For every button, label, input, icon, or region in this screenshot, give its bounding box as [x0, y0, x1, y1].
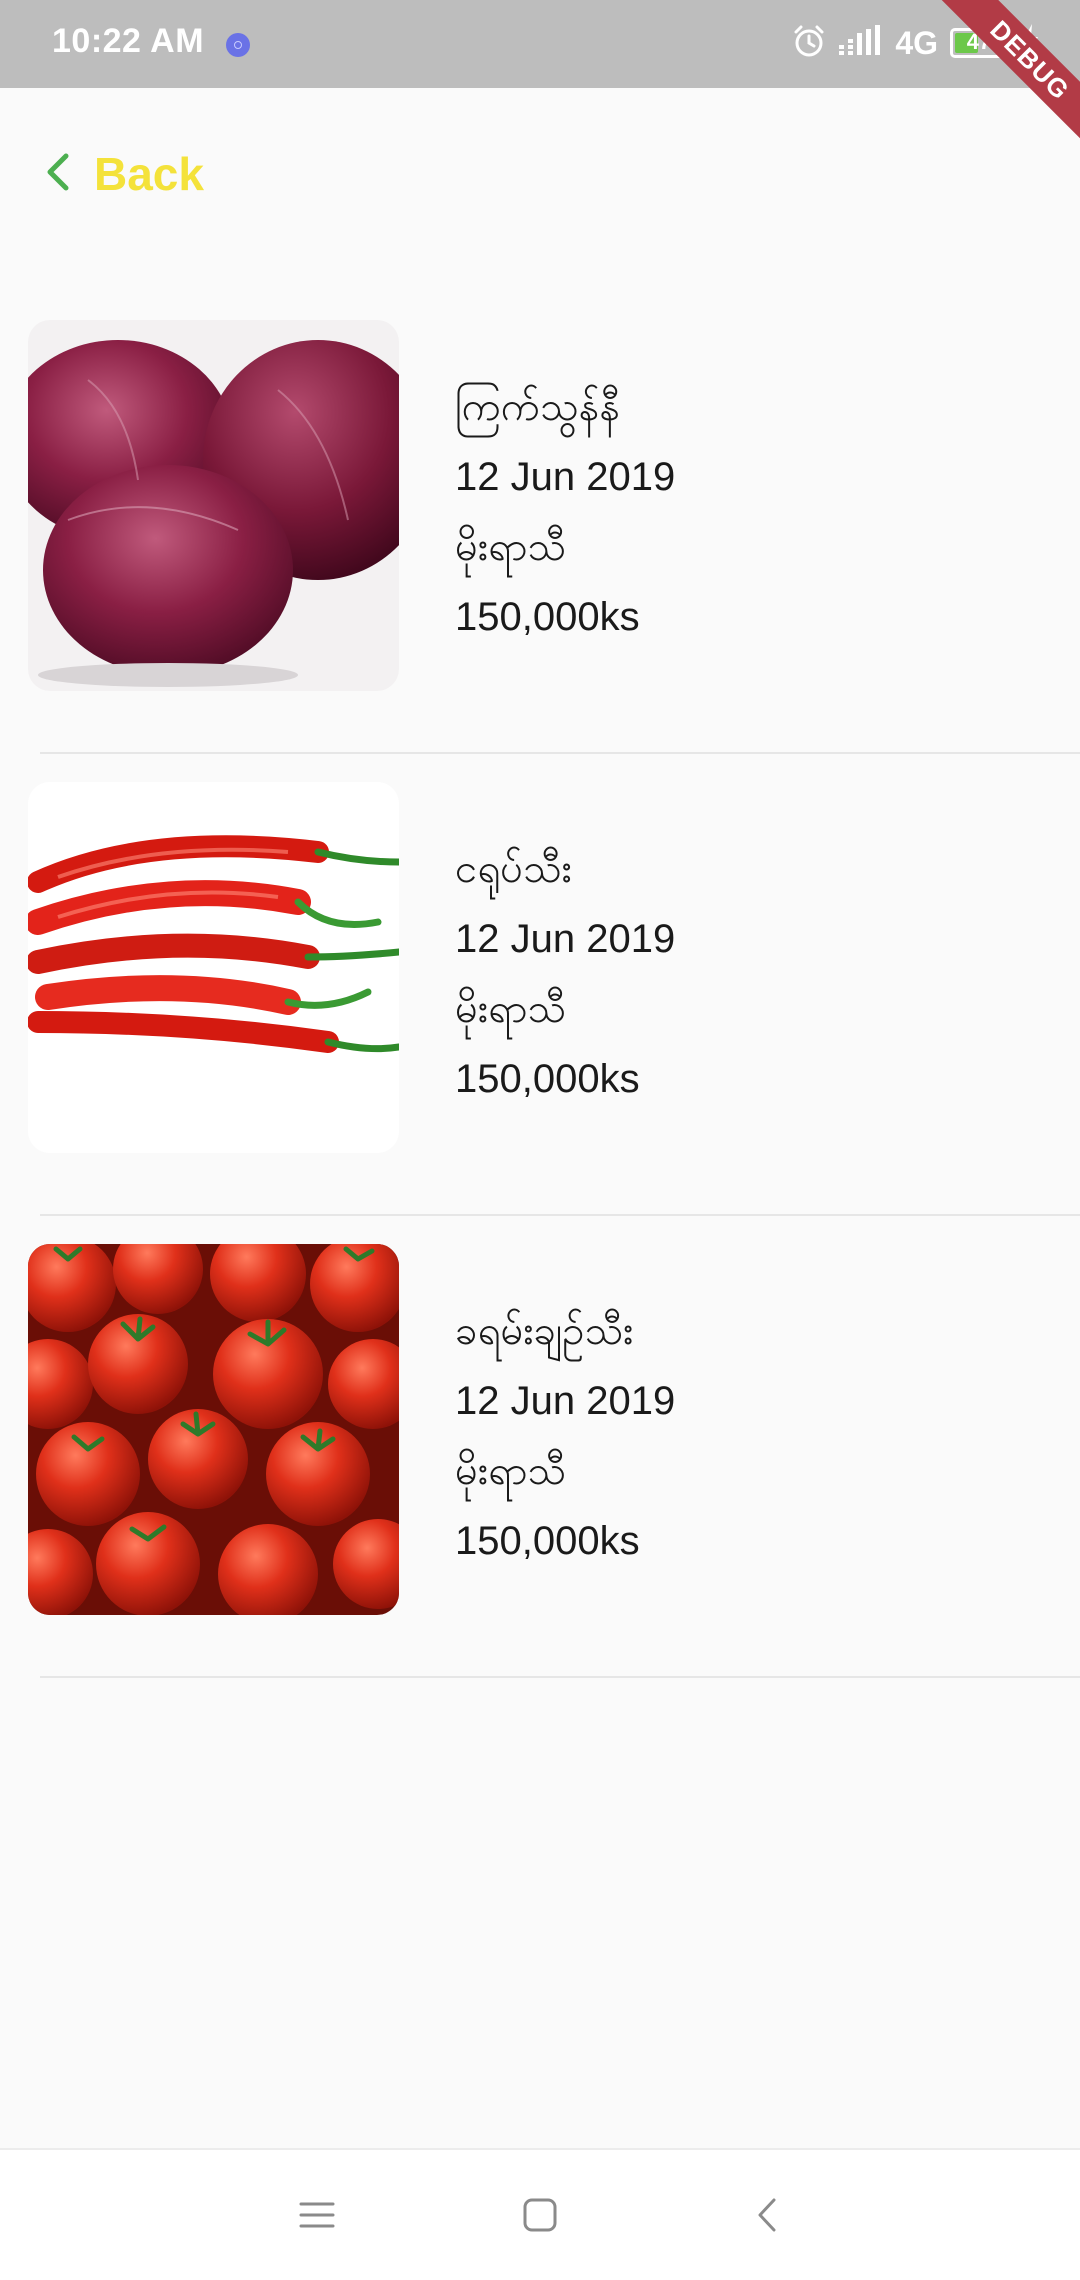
product-price: 150,000ks	[455, 1057, 640, 1101]
divider	[40, 752, 1080, 754]
tomatoes-photo	[28, 1244, 399, 1615]
product-season: မိုးရာသီ	[455, 986, 567, 1032]
status-time: 10:22 AM	[52, 22, 205, 60]
divider	[40, 1214, 1080, 1216]
navigation-bar	[0, 2148, 1080, 2280]
back-button[interactable]: Back	[44, 134, 204, 214]
product-name: ငရုပ်သီး	[455, 846, 572, 892]
product-name: ကြက်သွန်နီ	[455, 384, 621, 430]
red-chili-peppers-photo	[28, 782, 399, 1153]
red-onions-photo	[28, 320, 399, 691]
network-type: 4G	[895, 24, 938, 61]
home-icon[interactable]	[505, 2180, 575, 2250]
app-notification-icon	[226, 33, 250, 57]
divider	[40, 1676, 1080, 1678]
status-bar: 10:22 AM 4G 47	[0, 0, 1080, 88]
product-details: ကြက်သွန်နီ 12 Jun 2019 မိုးရာသီ 150,000k…	[455, 372, 675, 652]
product-season: မိုးရာသီ	[455, 524, 567, 570]
product-date: 12 Jun 2019	[455, 1379, 676, 1423]
signal-icon	[839, 24, 883, 62]
menu-icon[interactable]	[282, 2180, 352, 2250]
list-item[interactable]: ခရမ်းချဉ်သီး 12 Jun 2019 မိုးရာသီ 150,00…	[0, 1244, 1080, 1706]
list-item[interactable]: ငရုပ်သီး 12 Jun 2019 မိုးရာသီ 150,000ks	[0, 782, 1080, 1244]
product-details: ငရုပ်သီး 12 Jun 2019 မိုးရာသီ 150,000ks	[455, 834, 675, 1114]
product-date: 12 Jun 2019	[455, 917, 676, 961]
product-season: မိုးရာသီ	[455, 1448, 567, 1494]
list-item[interactable]: ကြက်သွန်နီ 12 Jun 2019 မိုးရာသီ 150,000k…	[0, 320, 1080, 782]
product-price: 150,000ks	[455, 595, 640, 639]
product-price: 150,000ks	[455, 1519, 640, 1563]
alarm-icon	[791, 23, 827, 64]
chevron-left-icon	[44, 152, 72, 197]
back-label: Back	[94, 148, 204, 200]
product-name: ခရမ်းချဉ်သီး	[455, 1308, 634, 1354]
screen: 10:22 AM 4G 47 DEBUG Back ကြက်သွန်နီ 12 …	[0, 0, 1080, 2280]
product-date: 12 Jun 2019	[455, 455, 676, 499]
product-details: ခရမ်းချဉ်သီး 12 Jun 2019 မိုးရာသီ 150,00…	[455, 1296, 675, 1576]
back-icon[interactable]	[732, 2180, 802, 2250]
